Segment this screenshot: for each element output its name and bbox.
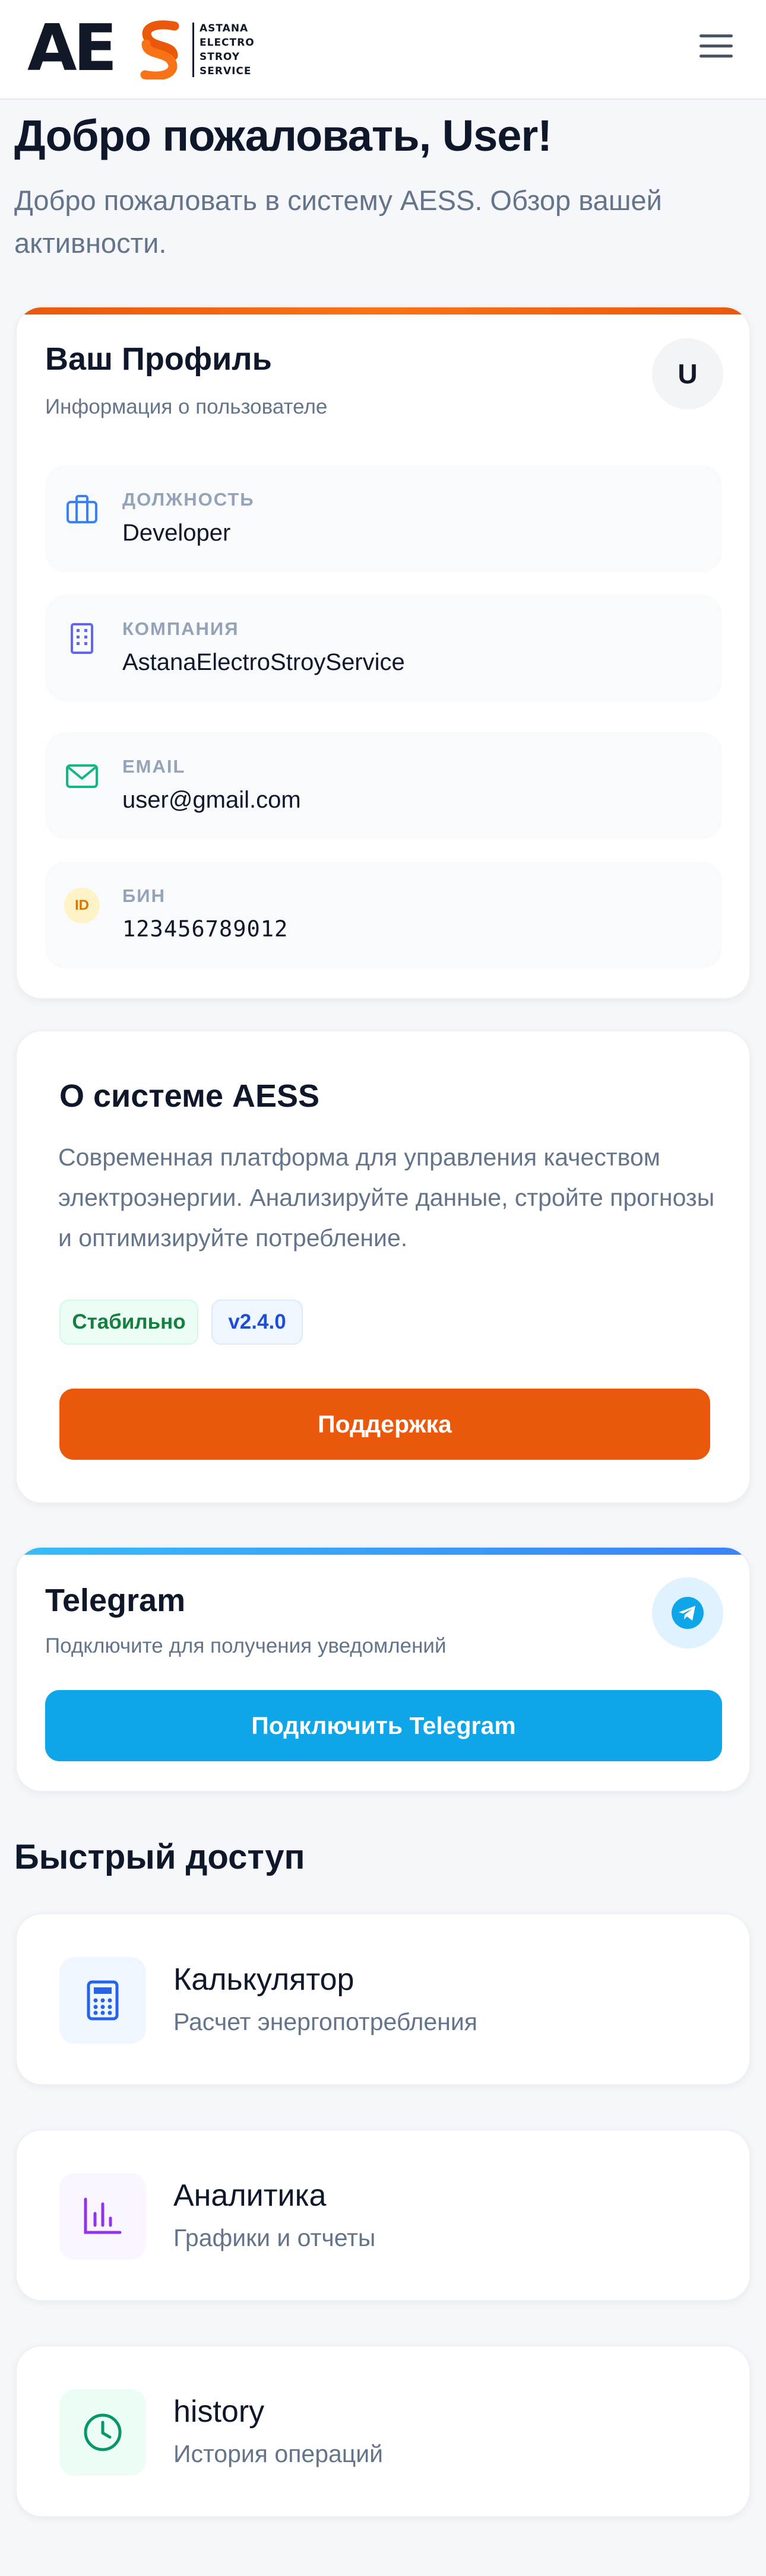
quick-card-subtitle: Расчет энергопотребления bbox=[173, 2008, 477, 2035]
calculator-glyph bbox=[87, 1980, 119, 2021]
about-card: О системе AESS Современная платформа для… bbox=[15, 1030, 751, 1504]
info-value: Developer bbox=[122, 520, 231, 546]
status-badge: Стабильно bbox=[59, 1300, 198, 1345]
briefcase-icon bbox=[67, 495, 97, 523]
quick-card-history[interactable]: history История операций bbox=[15, 2345, 751, 2517]
support-button[interactable]: Поддержка bbox=[59, 1389, 710, 1460]
logo-mark-text: AE bbox=[27, 11, 117, 85]
logo-line: STROY bbox=[200, 51, 240, 63]
profile-title: Ваш Профиль bbox=[45, 341, 272, 377]
logo-line: SERVICE bbox=[200, 65, 252, 77]
telegram-icon bbox=[652, 1577, 723, 1648]
id-badge-icon: ID bbox=[64, 888, 100, 923]
quick-card-analytics[interactable]: Аналитика Графики и отчеты bbox=[15, 2129, 751, 2301]
logo-divider bbox=[192, 23, 194, 77]
bar-chart-glyph bbox=[84, 2197, 122, 2234]
building-icon bbox=[71, 623, 93, 654]
aess-logo[interactable]: AE ASTANA ELECTRO STROY SERVICE bbox=[27, 11, 259, 85]
telegram-card: Telegram Подключите для получения уведом… bbox=[15, 1546, 751, 1792]
info-row-email: EMAIL user@gmail.com bbox=[45, 732, 722, 839]
avatar[interactable]: U bbox=[652, 338, 723, 409]
quick-card-calculator[interactable]: Калькулятор Расчет энергопотребления bbox=[15, 1913, 751, 2085]
telegram-card-accent-bar bbox=[17, 1548, 749, 1555]
bar-chart-icon bbox=[59, 2173, 146, 2260]
connect-telegram-button[interactable]: Подключить Telegram bbox=[45, 1690, 722, 1761]
info-row-position: ДОЛЖНОСТЬ Developer bbox=[45, 465, 722, 572]
quick-card-title: history bbox=[173, 2394, 265, 2429]
telegram-title: Telegram bbox=[45, 1583, 186, 1618]
quick-card-title: Калькулятор bbox=[173, 1962, 354, 1997]
clock-glyph bbox=[84, 2413, 122, 2451]
top-header: AE ASTANA ELECTRO STROY SERVICE bbox=[0, 0, 766, 100]
logo-line: ELECTRO bbox=[200, 37, 255, 49]
info-row-company: КОМПАНИЯ AstanaElectroStroyService bbox=[45, 595, 722, 701]
page-title: Добро пожаловать, User! bbox=[14, 111, 552, 160]
logo-line: ASTANA bbox=[200, 23, 249, 34]
quick-card-subtitle: Графики и отчеты bbox=[173, 2224, 376, 2251]
menu-line bbox=[699, 55, 733, 58]
info-label: БИН bbox=[122, 885, 166, 906]
info-value: AstanaElectroStroyService bbox=[122, 649, 405, 675]
quick-card-title: Аналитика bbox=[173, 2178, 327, 2213]
info-value: 123456789012 bbox=[122, 916, 289, 942]
clock-icon bbox=[59, 2389, 146, 2476]
hamburger-menu-icon[interactable] bbox=[699, 34, 733, 64]
logo-s-swirl bbox=[140, 20, 179, 80]
telegram-logo-icon bbox=[672, 1597, 704, 1629]
page-subtitle: Добро пожаловать в систему AESS. Обзор в… bbox=[14, 185, 662, 259]
menu-line bbox=[699, 34, 733, 37]
logo-wordmark: ASTANA ELECTRO STROY SERVICE bbox=[200, 21, 255, 78]
info-label: КОМПАНИЯ bbox=[122, 618, 239, 639]
info-row-bin: ID БИН 123456789012 bbox=[45, 862, 722, 968]
quick-access-title: Быстрый доступ bbox=[14, 1838, 305, 1876]
info-value: user@gmail.com bbox=[122, 787, 301, 813]
id-badge-text: ID bbox=[75, 897, 89, 913]
version-badge: v2.4.0 bbox=[211, 1300, 303, 1345]
telegram-subtitle: Подключите для получения уведомлений bbox=[45, 1634, 447, 1657]
profile-subtitle: Информация о пользователе bbox=[45, 395, 328, 418]
about-title: О системе AESS bbox=[59, 1078, 320, 1114]
quick-card-subtitle: История операций bbox=[173, 2440, 384, 2467]
mail-icon bbox=[66, 764, 98, 788]
info-label: EMAIL bbox=[122, 756, 186, 777]
calculator-icon bbox=[59, 1957, 146, 2044]
profile-card: Ваш Профиль Информация о пользователе U … bbox=[15, 306, 751, 999]
info-label: ДОЛЖНОСТЬ bbox=[122, 489, 255, 510]
about-description: Современная платформа для управления кач… bbox=[58, 1144, 715, 1252]
profile-card-accent-bar bbox=[17, 307, 749, 315]
menu-line bbox=[699, 45, 733, 47]
